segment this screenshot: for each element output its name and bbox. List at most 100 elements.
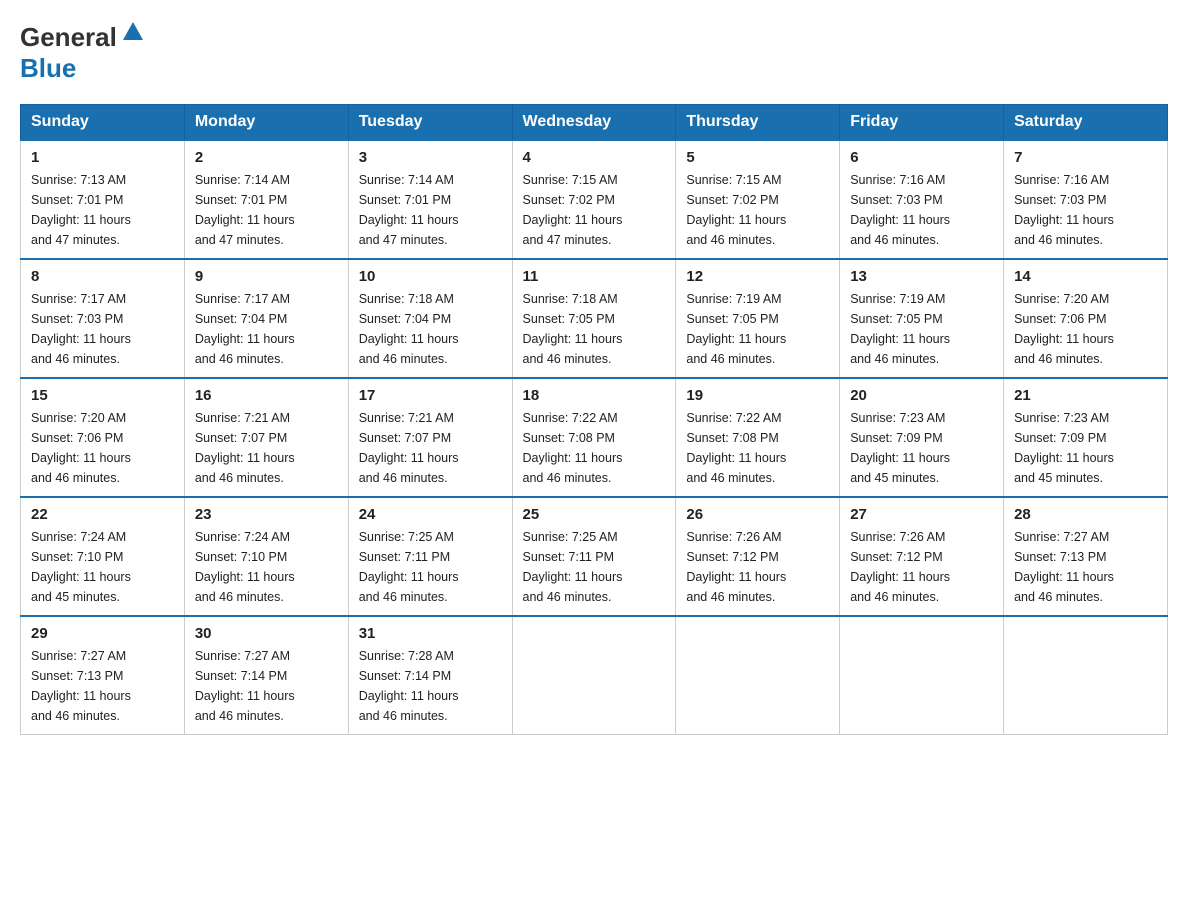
calendar-cell: 9 Sunrise: 7:17 AM Sunset: 7:04 PM Dayli… [184, 259, 348, 378]
calendar-cell: 7 Sunrise: 7:16 AM Sunset: 7:03 PM Dayli… [1004, 140, 1168, 259]
logo-general-text: General [20, 22, 117, 53]
day-info: Sunrise: 7:27 AM Sunset: 7:13 PM Dayligh… [1014, 527, 1157, 607]
day-info: Sunrise: 7:23 AM Sunset: 7:09 PM Dayligh… [1014, 408, 1157, 488]
calendar-table: SundayMondayTuesdayWednesdayThursdayFrid… [20, 104, 1168, 735]
day-number: 31 [359, 625, 502, 642]
calendar-cell [1004, 616, 1168, 735]
calendar-cell: 20 Sunrise: 7:23 AM Sunset: 7:09 PM Dayl… [840, 378, 1004, 497]
calendar-cell: 2 Sunrise: 7:14 AM Sunset: 7:01 PM Dayli… [184, 140, 348, 259]
calendar-cell [676, 616, 840, 735]
calendar-cell: 30 Sunrise: 7:27 AM Sunset: 7:14 PM Dayl… [184, 616, 348, 735]
calendar-cell: 10 Sunrise: 7:18 AM Sunset: 7:04 PM Dayl… [348, 259, 512, 378]
day-info: Sunrise: 7:20 AM Sunset: 7:06 PM Dayligh… [31, 408, 174, 488]
weekday-header-saturday: Saturday [1004, 105, 1168, 141]
day-number: 14 [1014, 268, 1157, 285]
day-number: 19 [686, 387, 829, 404]
day-number: 25 [523, 506, 666, 523]
day-number: 10 [359, 268, 502, 285]
day-number: 6 [850, 149, 993, 166]
calendar-cell: 16 Sunrise: 7:21 AM Sunset: 7:07 PM Dayl… [184, 378, 348, 497]
calendar-cell: 23 Sunrise: 7:24 AM Sunset: 7:10 PM Dayl… [184, 497, 348, 616]
logo-blue-text: Blue [20, 53, 76, 83]
calendar-cell: 8 Sunrise: 7:17 AM Sunset: 7:03 PM Dayli… [21, 259, 185, 378]
logo: General Blue [20, 20, 144, 84]
calendar-cell: 11 Sunrise: 7:18 AM Sunset: 7:05 PM Dayl… [512, 259, 676, 378]
calendar-cell: 6 Sunrise: 7:16 AM Sunset: 7:03 PM Dayli… [840, 140, 1004, 259]
day-number: 22 [31, 506, 174, 523]
day-info: Sunrise: 7:16 AM Sunset: 7:03 PM Dayligh… [850, 170, 993, 250]
day-number: 9 [195, 268, 338, 285]
day-info: Sunrise: 7:24 AM Sunset: 7:10 PM Dayligh… [195, 527, 338, 607]
day-number: 29 [31, 625, 174, 642]
weekday-header-sunday: Sunday [21, 105, 185, 141]
day-number: 13 [850, 268, 993, 285]
day-number: 21 [1014, 387, 1157, 404]
calendar-cell [512, 616, 676, 735]
calendar-cell: 29 Sunrise: 7:27 AM Sunset: 7:13 PM Dayl… [21, 616, 185, 735]
day-info: Sunrise: 7:23 AM Sunset: 7:09 PM Dayligh… [850, 408, 993, 488]
day-number: 27 [850, 506, 993, 523]
day-info: Sunrise: 7:20 AM Sunset: 7:06 PM Dayligh… [1014, 289, 1157, 369]
calendar-cell: 19 Sunrise: 7:22 AM Sunset: 7:08 PM Dayl… [676, 378, 840, 497]
calendar-cell: 5 Sunrise: 7:15 AM Sunset: 7:02 PM Dayli… [676, 140, 840, 259]
calendar-week-row: 1 Sunrise: 7:13 AM Sunset: 7:01 PM Dayli… [21, 140, 1168, 259]
calendar-cell: 31 Sunrise: 7:28 AM Sunset: 7:14 PM Dayl… [348, 616, 512, 735]
calendar-cell: 13 Sunrise: 7:19 AM Sunset: 7:05 PM Dayl… [840, 259, 1004, 378]
day-number: 11 [523, 268, 666, 285]
day-number: 2 [195, 149, 338, 166]
weekday-header-friday: Friday [840, 105, 1004, 141]
page-header: General Blue [20, 20, 1168, 84]
day-info: Sunrise: 7:17 AM Sunset: 7:03 PM Dayligh… [31, 289, 174, 369]
day-info: Sunrise: 7:25 AM Sunset: 7:11 PM Dayligh… [359, 527, 502, 607]
day-number: 23 [195, 506, 338, 523]
calendar-cell: 28 Sunrise: 7:27 AM Sunset: 7:13 PM Dayl… [1004, 497, 1168, 616]
day-info: Sunrise: 7:18 AM Sunset: 7:05 PM Dayligh… [523, 289, 666, 369]
calendar-week-row: 29 Sunrise: 7:27 AM Sunset: 7:13 PM Dayl… [21, 616, 1168, 735]
weekday-header-thursday: Thursday [676, 105, 840, 141]
day-info: Sunrise: 7:27 AM Sunset: 7:14 PM Dayligh… [195, 646, 338, 726]
day-number: 4 [523, 149, 666, 166]
calendar-cell: 22 Sunrise: 7:24 AM Sunset: 7:10 PM Dayl… [21, 497, 185, 616]
day-number: 24 [359, 506, 502, 523]
day-number: 30 [195, 625, 338, 642]
calendar-cell: 26 Sunrise: 7:26 AM Sunset: 7:12 PM Dayl… [676, 497, 840, 616]
weekday-header-tuesday: Tuesday [348, 105, 512, 141]
day-info: Sunrise: 7:17 AM Sunset: 7:04 PM Dayligh… [195, 289, 338, 369]
day-info: Sunrise: 7:27 AM Sunset: 7:13 PM Dayligh… [31, 646, 174, 726]
day-info: Sunrise: 7:22 AM Sunset: 7:08 PM Dayligh… [686, 408, 829, 488]
day-info: Sunrise: 7:25 AM Sunset: 7:11 PM Dayligh… [523, 527, 666, 607]
day-info: Sunrise: 7:26 AM Sunset: 7:12 PM Dayligh… [686, 527, 829, 607]
calendar-week-row: 8 Sunrise: 7:17 AM Sunset: 7:03 PM Dayli… [21, 259, 1168, 378]
day-info: Sunrise: 7:21 AM Sunset: 7:07 PM Dayligh… [359, 408, 502, 488]
calendar-cell: 3 Sunrise: 7:14 AM Sunset: 7:01 PM Dayli… [348, 140, 512, 259]
day-info: Sunrise: 7:26 AM Sunset: 7:12 PM Dayligh… [850, 527, 993, 607]
day-info: Sunrise: 7:15 AM Sunset: 7:02 PM Dayligh… [686, 170, 829, 250]
day-info: Sunrise: 7:15 AM Sunset: 7:02 PM Dayligh… [523, 170, 666, 250]
calendar-cell [840, 616, 1004, 735]
day-number: 26 [686, 506, 829, 523]
day-info: Sunrise: 7:13 AM Sunset: 7:01 PM Dayligh… [31, 170, 174, 250]
day-number: 15 [31, 387, 174, 404]
calendar-cell: 18 Sunrise: 7:22 AM Sunset: 7:08 PM Dayl… [512, 378, 676, 497]
day-number: 7 [1014, 149, 1157, 166]
weekday-header-monday: Monday [184, 105, 348, 141]
calendar-cell: 24 Sunrise: 7:25 AM Sunset: 7:11 PM Dayl… [348, 497, 512, 616]
day-number: 3 [359, 149, 502, 166]
calendar-week-row: 15 Sunrise: 7:20 AM Sunset: 7:06 PM Dayl… [21, 378, 1168, 497]
calendar-cell: 25 Sunrise: 7:25 AM Sunset: 7:11 PM Dayl… [512, 497, 676, 616]
day-number: 1 [31, 149, 174, 166]
day-info: Sunrise: 7:19 AM Sunset: 7:05 PM Dayligh… [850, 289, 993, 369]
day-number: 17 [359, 387, 502, 404]
day-info: Sunrise: 7:14 AM Sunset: 7:01 PM Dayligh… [359, 170, 502, 250]
calendar-cell: 21 Sunrise: 7:23 AM Sunset: 7:09 PM Dayl… [1004, 378, 1168, 497]
weekday-header-row: SundayMondayTuesdayWednesdayThursdayFrid… [21, 105, 1168, 141]
day-number: 5 [686, 149, 829, 166]
day-number: 20 [850, 387, 993, 404]
day-info: Sunrise: 7:28 AM Sunset: 7:14 PM Dayligh… [359, 646, 502, 726]
calendar-cell: 4 Sunrise: 7:15 AM Sunset: 7:02 PM Dayli… [512, 140, 676, 259]
day-number: 18 [523, 387, 666, 404]
calendar-cell: 14 Sunrise: 7:20 AM Sunset: 7:06 PM Dayl… [1004, 259, 1168, 378]
day-info: Sunrise: 7:18 AM Sunset: 7:04 PM Dayligh… [359, 289, 502, 369]
calendar-cell: 1 Sunrise: 7:13 AM Sunset: 7:01 PM Dayli… [21, 140, 185, 259]
calendar-cell: 15 Sunrise: 7:20 AM Sunset: 7:06 PM Dayl… [21, 378, 185, 497]
